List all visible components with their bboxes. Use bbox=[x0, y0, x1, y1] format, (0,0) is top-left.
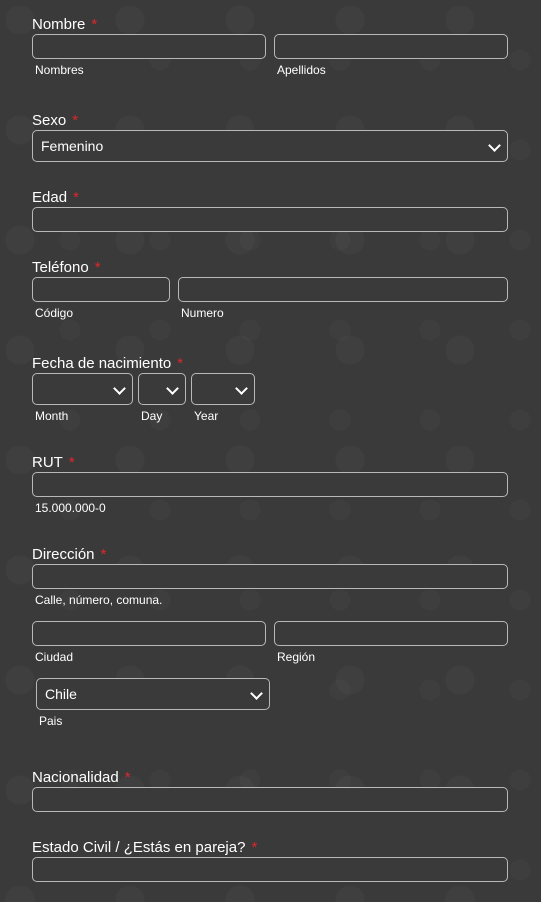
telefono-label: Teléfono * bbox=[32, 259, 101, 277]
rut-input[interactable] bbox=[32, 472, 508, 497]
city-sublabel: Ciudad bbox=[35, 650, 74, 664]
rut-label: RUT * bbox=[32, 454, 75, 472]
phone-number-sublabel: Numero bbox=[181, 306, 224, 320]
estado-civil-label: Estado Civil / ¿Estás en pareja? * bbox=[32, 839, 257, 857]
edad-label-text: Edad bbox=[32, 189, 68, 206]
region-sublabel: Región bbox=[277, 650, 316, 664]
street-input[interactable] bbox=[32, 564, 508, 589]
fecha-label-text: Fecha de nacimiento bbox=[32, 355, 172, 372]
direccion-label: Dirección * bbox=[32, 546, 106, 564]
sexo-select[interactable]: Femenino bbox=[32, 130, 508, 162]
edad-input[interactable] bbox=[32, 207, 508, 232]
first-name-sublabel: Nombres bbox=[35, 63, 84, 77]
required-asterisk: * bbox=[177, 355, 184, 372]
rut-sublabel: 15.000.000-0 bbox=[35, 501, 106, 515]
first-name-input[interactable] bbox=[32, 34, 266, 59]
required-asterisk: * bbox=[100, 546, 107, 563]
country-selected-value: Chile bbox=[45, 686, 77, 702]
birth-month-select[interactable] bbox=[32, 373, 133, 405]
country-select[interactable]: Chile bbox=[36, 678, 270, 710]
required-asterisk: * bbox=[72, 112, 79, 129]
nombre-label-text: Nombre bbox=[32, 16, 86, 33]
required-asterisk: * bbox=[68, 454, 75, 471]
direccion-label-text: Dirección bbox=[32, 546, 95, 563]
last-name-input[interactable] bbox=[274, 34, 508, 59]
estado-civil-input[interactable] bbox=[32, 857, 508, 882]
region-input[interactable] bbox=[274, 621, 508, 646]
city-input[interactable] bbox=[32, 621, 266, 646]
required-asterisk: * bbox=[251, 839, 258, 856]
chevron-down-icon bbox=[250, 687, 263, 700]
nacionalidad-label-text: Nacionalidad bbox=[32, 769, 119, 786]
phone-number-input[interactable] bbox=[178, 277, 508, 302]
required-asterisk: * bbox=[94, 259, 101, 276]
fecha-nacimiento-label: Fecha de nacimiento * bbox=[32, 355, 183, 373]
street-sublabel: Calle, número, comuna. bbox=[35, 593, 163, 607]
estado-civil-label-text: Estado Civil / ¿Estás en pareja? bbox=[32, 839, 246, 856]
phone-code-input[interactable] bbox=[32, 277, 170, 302]
phone-code-sublabel: Código bbox=[35, 306, 74, 320]
sexo-selected-value: Femenino bbox=[41, 138, 104, 154]
required-asterisk: * bbox=[124, 769, 131, 786]
birth-day-sublabel: Day bbox=[141, 409, 163, 423]
birth-year-select[interactable] bbox=[191, 373, 255, 405]
sexo-label: Sexo * bbox=[32, 112, 78, 130]
chevron-down-icon bbox=[166, 382, 179, 395]
required-asterisk: * bbox=[91, 16, 98, 33]
chevron-down-icon bbox=[488, 139, 501, 152]
nombre-label: Nombre * bbox=[32, 16, 97, 34]
chevron-down-icon bbox=[235, 382, 248, 395]
last-name-sublabel: Apellidos bbox=[277, 63, 326, 77]
nacionalidad-input[interactable] bbox=[32, 787, 508, 812]
edad-label: Edad * bbox=[32, 189, 79, 207]
nacionalidad-label: Nacionalidad * bbox=[32, 769, 131, 787]
birth-year-sublabel: Year bbox=[194, 409, 219, 423]
registration-form: Nombre * Nombres Apellidos Sexo * Femenino… bbox=[0, 0, 541, 902]
birth-month-sublabel: Month bbox=[35, 409, 69, 423]
sexo-label-text: Sexo bbox=[32, 112, 67, 129]
rut-label-text: RUT bbox=[32, 454, 63, 471]
chevron-down-icon bbox=[113, 382, 126, 395]
country-sublabel: Pais bbox=[39, 714, 63, 728]
required-asterisk: * bbox=[73, 189, 79, 206]
birth-day-select[interactable] bbox=[138, 373, 186, 405]
telefono-label-text: Teléfono bbox=[32, 259, 89, 276]
